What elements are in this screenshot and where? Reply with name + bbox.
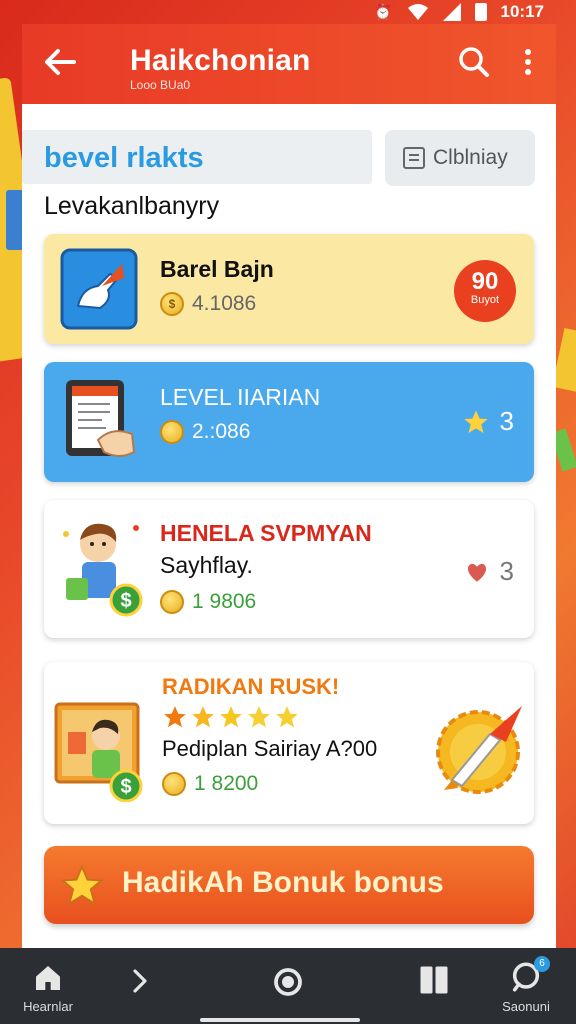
tab-level-rewards[interactable]: bevel rlakts — [22, 130, 372, 184]
coin-icon — [162, 772, 186, 796]
gift-star-icon — [60, 864, 104, 906]
hand-pointer-illustration — [60, 248, 138, 330]
star-rating — [162, 704, 300, 730]
rank-indicator: 3 — [464, 556, 514, 587]
circle-icon — [274, 968, 302, 996]
star-icon — [220, 706, 242, 728]
home-icon — [36, 966, 60, 990]
search-button[interactable] — [456, 44, 492, 80]
coin-icon — [160, 420, 184, 444]
card-points-value: 1 9806 — [192, 590, 257, 613]
status-bar: ⏰ 10:17 — [0, 0, 576, 26]
svg-text:$: $ — [120, 776, 131, 798]
alarm-icon: ⏰ — [373, 4, 393, 21]
reward-card[interactable]: Barel Bajn $ 4.1086 90 Buyot — [44, 234, 534, 344]
star-icon — [248, 706, 270, 728]
reward-card[interactable]: $ HENELA SVPMYAN Sayhflay. 1 9806 3 — [44, 500, 534, 638]
card-points-value: 4.1086 — [192, 292, 257, 315]
battery-icon — [474, 3, 487, 21]
nav-home[interactable]: Hearnlar — [10, 962, 86, 1014]
rank-value: 3 — [499, 406, 514, 436]
certificate-character-illustration: $ — [54, 702, 150, 803]
nav-search-label: Saonuni — [502, 999, 550, 1014]
chevron-right-icon — [133, 969, 147, 993]
wifi-icon — [407, 4, 428, 20]
heart-icon — [467, 563, 486, 582]
card-points: 1 9806 — [160, 590, 256, 614]
bottom-navigation: Hearnlar 6 Saonuni — [0, 948, 576, 1024]
reward-card[interactable]: $ RADIKAN RUSK! Pediplan Sairiay A?00 1 … — [44, 662, 534, 824]
home-indicator — [200, 1018, 360, 1022]
kid-character-illustration: $ — [56, 514, 148, 618]
card-points-value: 2.:086 — [192, 420, 251, 443]
star-icon — [276, 706, 298, 728]
page-subtitle: Looo BUa0 — [130, 78, 191, 92]
status-time: 10:17 — [500, 2, 544, 21]
card-points: $ 4.1086 — [160, 292, 256, 316]
nav-home-label: Hearnlar — [23, 999, 73, 1014]
arrow-left-icon — [45, 49, 76, 75]
card-title: HENELA SVPMYAN — [160, 520, 372, 546]
star-icon — [463, 409, 488, 433]
svg-text:$: $ — [120, 590, 131, 612]
nav-library[interactable] — [414, 962, 454, 1003]
star-icon — [164, 706, 186, 728]
more-options-button[interactable] — [518, 44, 538, 80]
bonus-button[interactable]: HadikAh Bonuk bonus — [44, 846, 534, 924]
tab-history[interactable]: Clblniay — [385, 130, 535, 186]
card-title: RADIKAN RUSK! — [162, 674, 340, 699]
star-icon — [192, 706, 214, 728]
back-button[interactable] — [40, 42, 80, 82]
card-title: Barel Bajn — [160, 256, 274, 282]
coin-icon: $ — [160, 292, 184, 316]
page-title: Haikchonian — [130, 44, 311, 77]
list-icon — [403, 147, 425, 169]
badge-number: 90 — [471, 268, 499, 295]
book-icon — [420, 966, 448, 994]
card-subtitle: Sayhflay. — [160, 552, 253, 578]
nav-center[interactable] — [268, 964, 308, 1005]
rocket-badge-illustration — [430, 698, 530, 798]
signal-icon — [442, 3, 461, 21]
tablet-illustration — [62, 378, 140, 464]
card-title: LEVEL IIARIAN — [160, 384, 321, 410]
card-points: 1 8200 — [162, 772, 258, 796]
reward-badge: 90 Buyot — [454, 260, 516, 322]
bonus-button-label: HadikAh Bonuk bonus — [122, 866, 444, 899]
nav-search[interactable]: 6 Saonuni — [490, 956, 562, 1014]
app-bar: Haikchonian Looo BUa0 — [22, 24, 556, 104]
rank-indicator: 3 — [462, 406, 514, 437]
notification-badge: 6 — [534, 956, 550, 972]
coin-icon — [160, 590, 184, 614]
card-subtitle: Pediplan Sairiay A?00 — [162, 736, 378, 761]
section-heading: Levakanlbanyry — [44, 192, 220, 220]
badge-label: Buyot — [470, 294, 500, 306]
rank-value: 3 — [499, 556, 514, 586]
tab-history-label: Clblniay — [433, 146, 508, 169]
reward-card[interactable]: LEVEL IIARIAN 2.:086 3 — [44, 362, 534, 482]
search-icon — [459, 47, 489, 77]
card-points: 2.:086 — [160, 420, 250, 444]
card-points-value: 1 8200 — [194, 772, 259, 795]
more-vert-icon — [525, 49, 531, 75]
content-panel: bevel rlakts Clblniay Levakanlbanyry Bar… — [22, 104, 556, 948]
nav-forward[interactable] — [120, 966, 160, 1001]
